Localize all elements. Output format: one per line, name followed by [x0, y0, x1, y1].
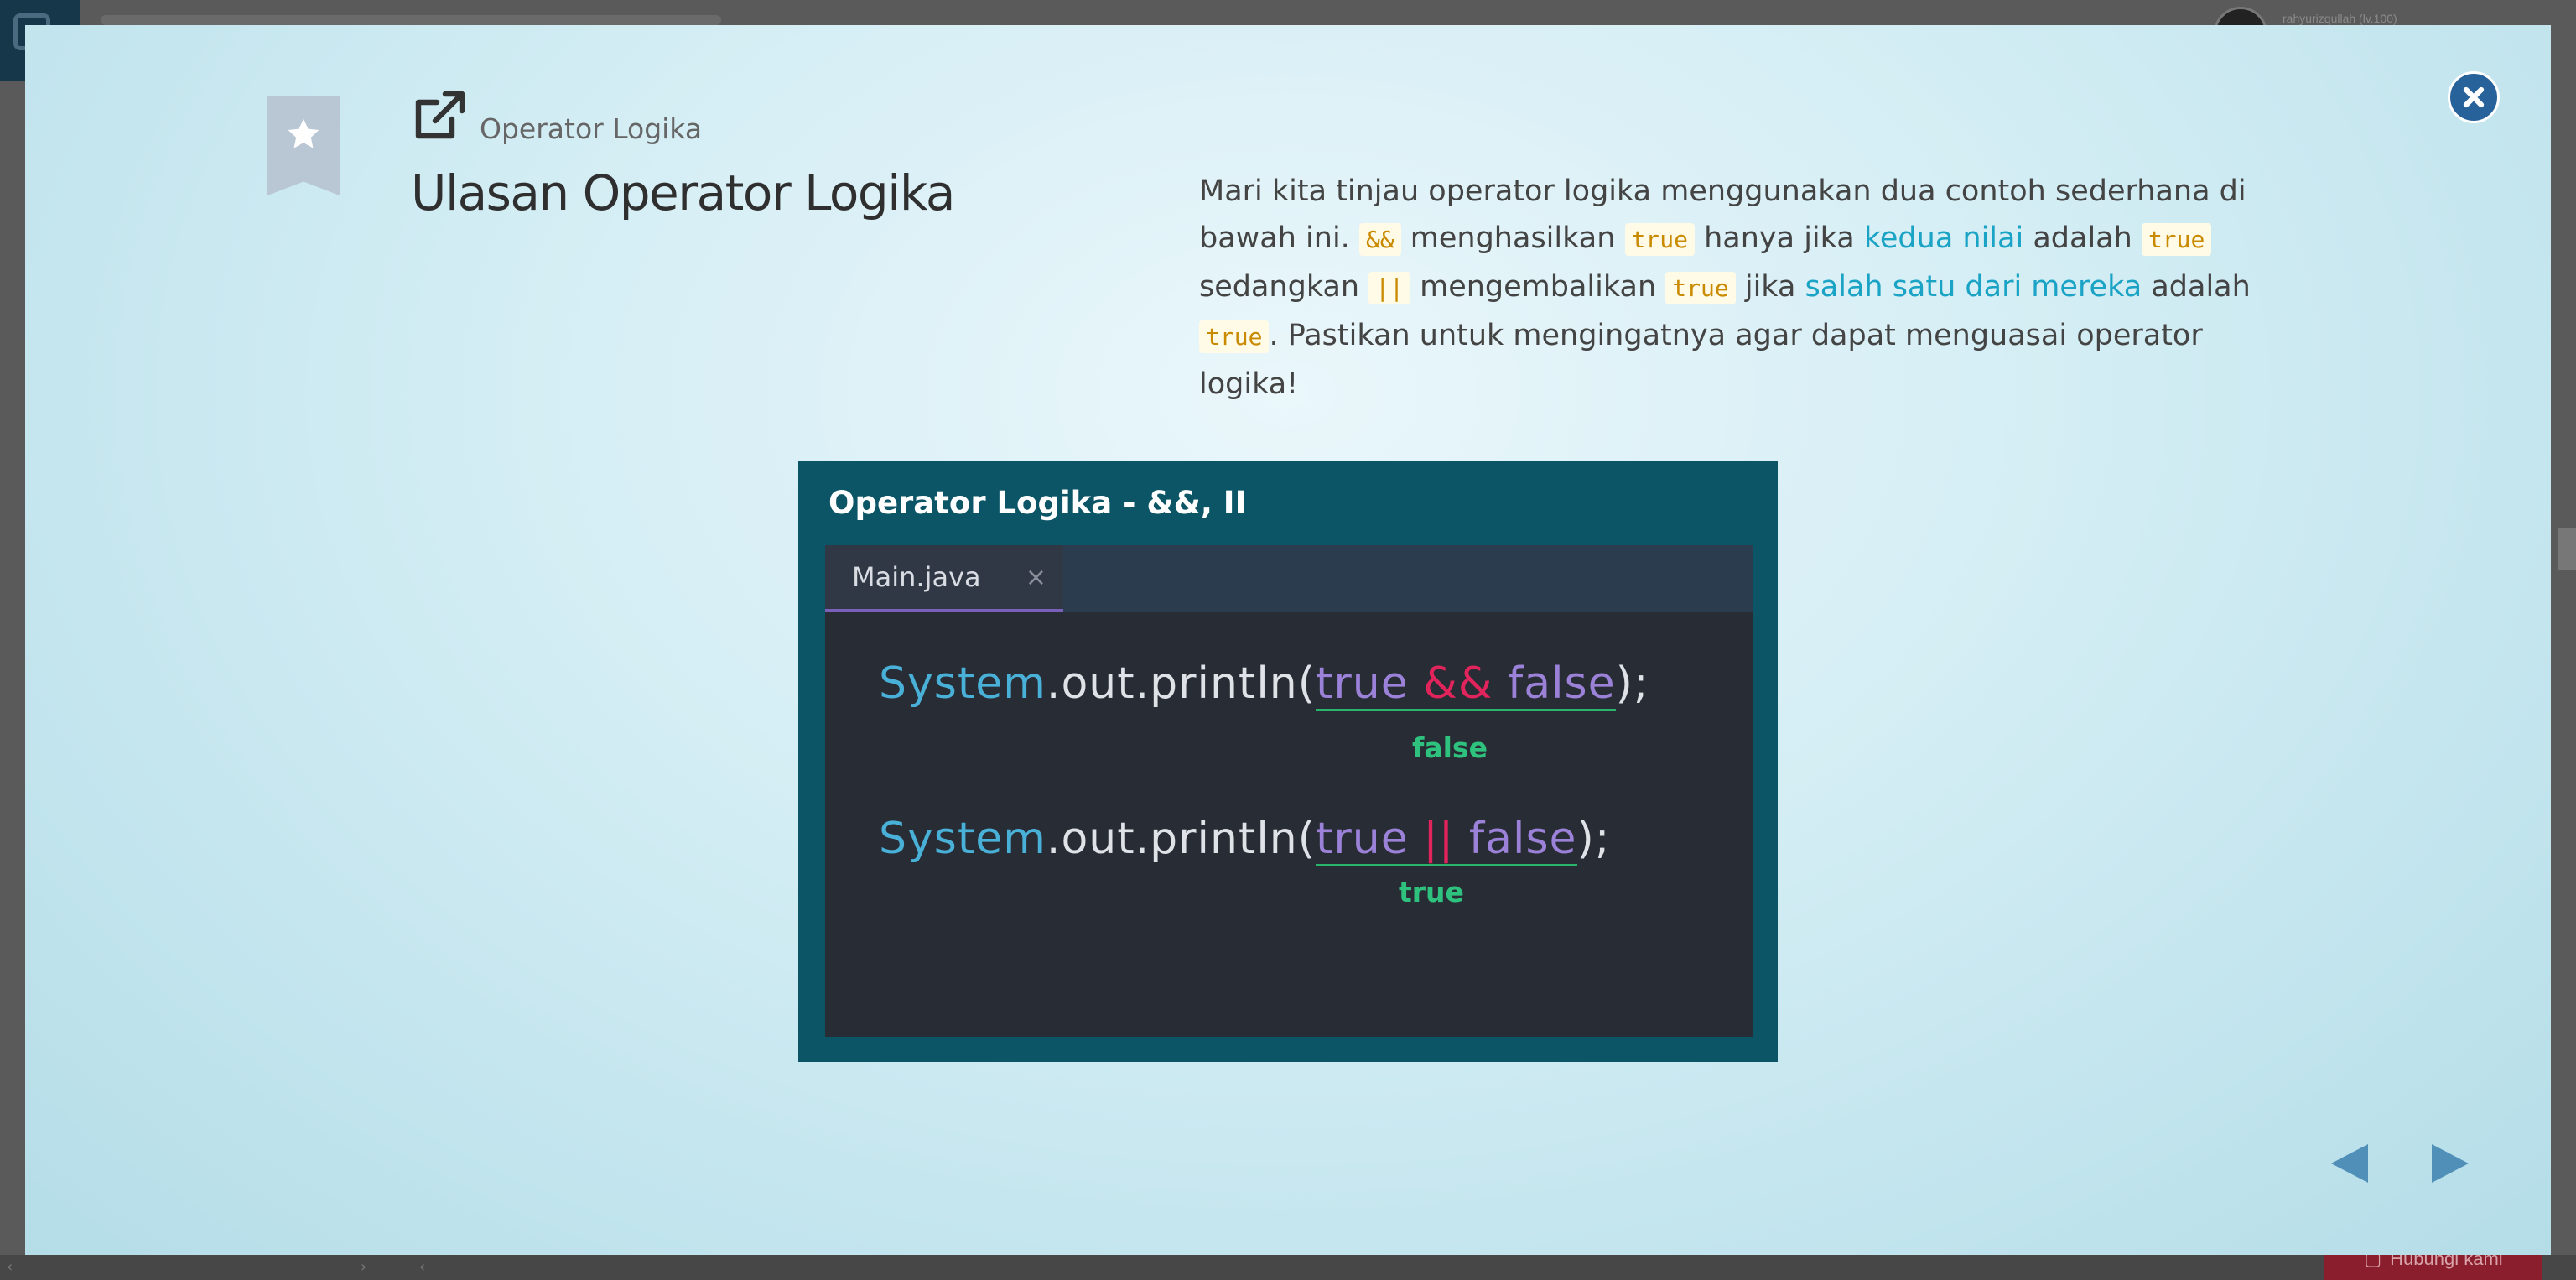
code-illustration: Operator Logika - &&, II Main.java × Sys… — [798, 461, 1778, 1062]
desc-text: . Pastikan untuk mengingatnya agar dapat… — [1199, 319, 2203, 401]
desc-text: sedangkan — [1199, 270, 1369, 304]
background-search-bar — [101, 15, 721, 25]
code-token: ); — [1615, 658, 1649, 709]
code-token: false — [1507, 658, 1616, 709]
code-token: || — [1423, 814, 1455, 864]
lesson-category: Operator Logika — [480, 112, 703, 145]
code-line-and: System.out.println(true && false); — [879, 658, 1649, 711]
desc-text: mengembalikan — [1410, 270, 1666, 304]
code-and: && — [1358, 223, 1401, 256]
chevron-left-icon: ‹ — [419, 1258, 426, 1276]
code-token: true — [1316, 658, 1409, 709]
chevron-left-icon: ‹ — [7, 1258, 13, 1276]
editor-tab-bar: Main.java × — [825, 545, 1753, 612]
code-or: || — [1368, 272, 1410, 304]
lesson-description: Mari kita tinjau operator logika menggun… — [1199, 168, 2298, 408]
close-icon — [2463, 86, 2485, 108]
code-true: true — [1665, 272, 1736, 304]
scrollbar-thumb — [2558, 528, 2576, 570]
close-button[interactable] — [2448, 71, 2500, 123]
code-expression: true && false — [1316, 658, 1616, 711]
result-true: true — [1399, 876, 1464, 908]
background-username: rahyurizqullah (lv.100) — [2283, 12, 2397, 25]
tab-label: Main.java — [852, 561, 981, 593]
code-true: true — [1199, 320, 1270, 353]
tab-main-java: Main.java × — [825, 545, 1063, 612]
code-token: false — [1468, 814, 1577, 864]
external-link-icon[interactable] — [412, 91, 469, 143]
desc-text: hanya jika — [1694, 221, 1864, 255]
highlight-both-values: kedua nilai — [1863, 221, 2024, 255]
prev-button[interactable] — [2328, 1141, 2370, 1186]
desc-text: menghasilkan — [1400, 221, 1625, 255]
code-expression: true || false — [1316, 814, 1577, 866]
arrow-right-icon — [2432, 1144, 2469, 1183]
code-token: .out.println( — [1046, 814, 1317, 864]
code-token: ); — [1576, 814, 1611, 864]
desc-text: adalah — [2023, 221, 2142, 255]
arrow-left-icon — [2331, 1144, 2368, 1183]
tab-close-icon: × — [1025, 563, 1046, 592]
desc-text: jika — [1735, 270, 1805, 304]
code-token: true — [1316, 814, 1409, 864]
code-true: true — [1624, 223, 1695, 256]
illustration-title: Operator Logika - &&, II — [828, 485, 1247, 521]
code-line-or: System.out.println(true || false); — [879, 814, 1611, 866]
next-button[interactable] — [2430, 1141, 2472, 1186]
code-token: .out.println( — [1046, 658, 1317, 709]
chevron-right-icon: › — [361, 1258, 367, 1276]
code-token: && — [1423, 658, 1493, 709]
desc-text: adalah — [2142, 270, 2251, 304]
bookmark-button[interactable] — [267, 96, 340, 195]
highlight-either-value: salah satu dari mereka — [1805, 270, 2142, 304]
result-false: false — [1412, 731, 1488, 764]
lesson-modal: Operator Logika Ulasan Operator Logika M… — [25, 25, 2551, 1255]
page-title: Ulasan Operator Logika — [411, 164, 955, 221]
star-icon — [288, 118, 319, 148]
background-bottom-bar: ‹ › ‹ — [0, 1255, 2576, 1280]
code-true: true — [2141, 223, 2212, 256]
code-token: System — [879, 658, 1046, 709]
code-editor: Main.java × System.out.println(true && f… — [825, 545, 1753, 1037]
code-token: System — [879, 814, 1046, 864]
